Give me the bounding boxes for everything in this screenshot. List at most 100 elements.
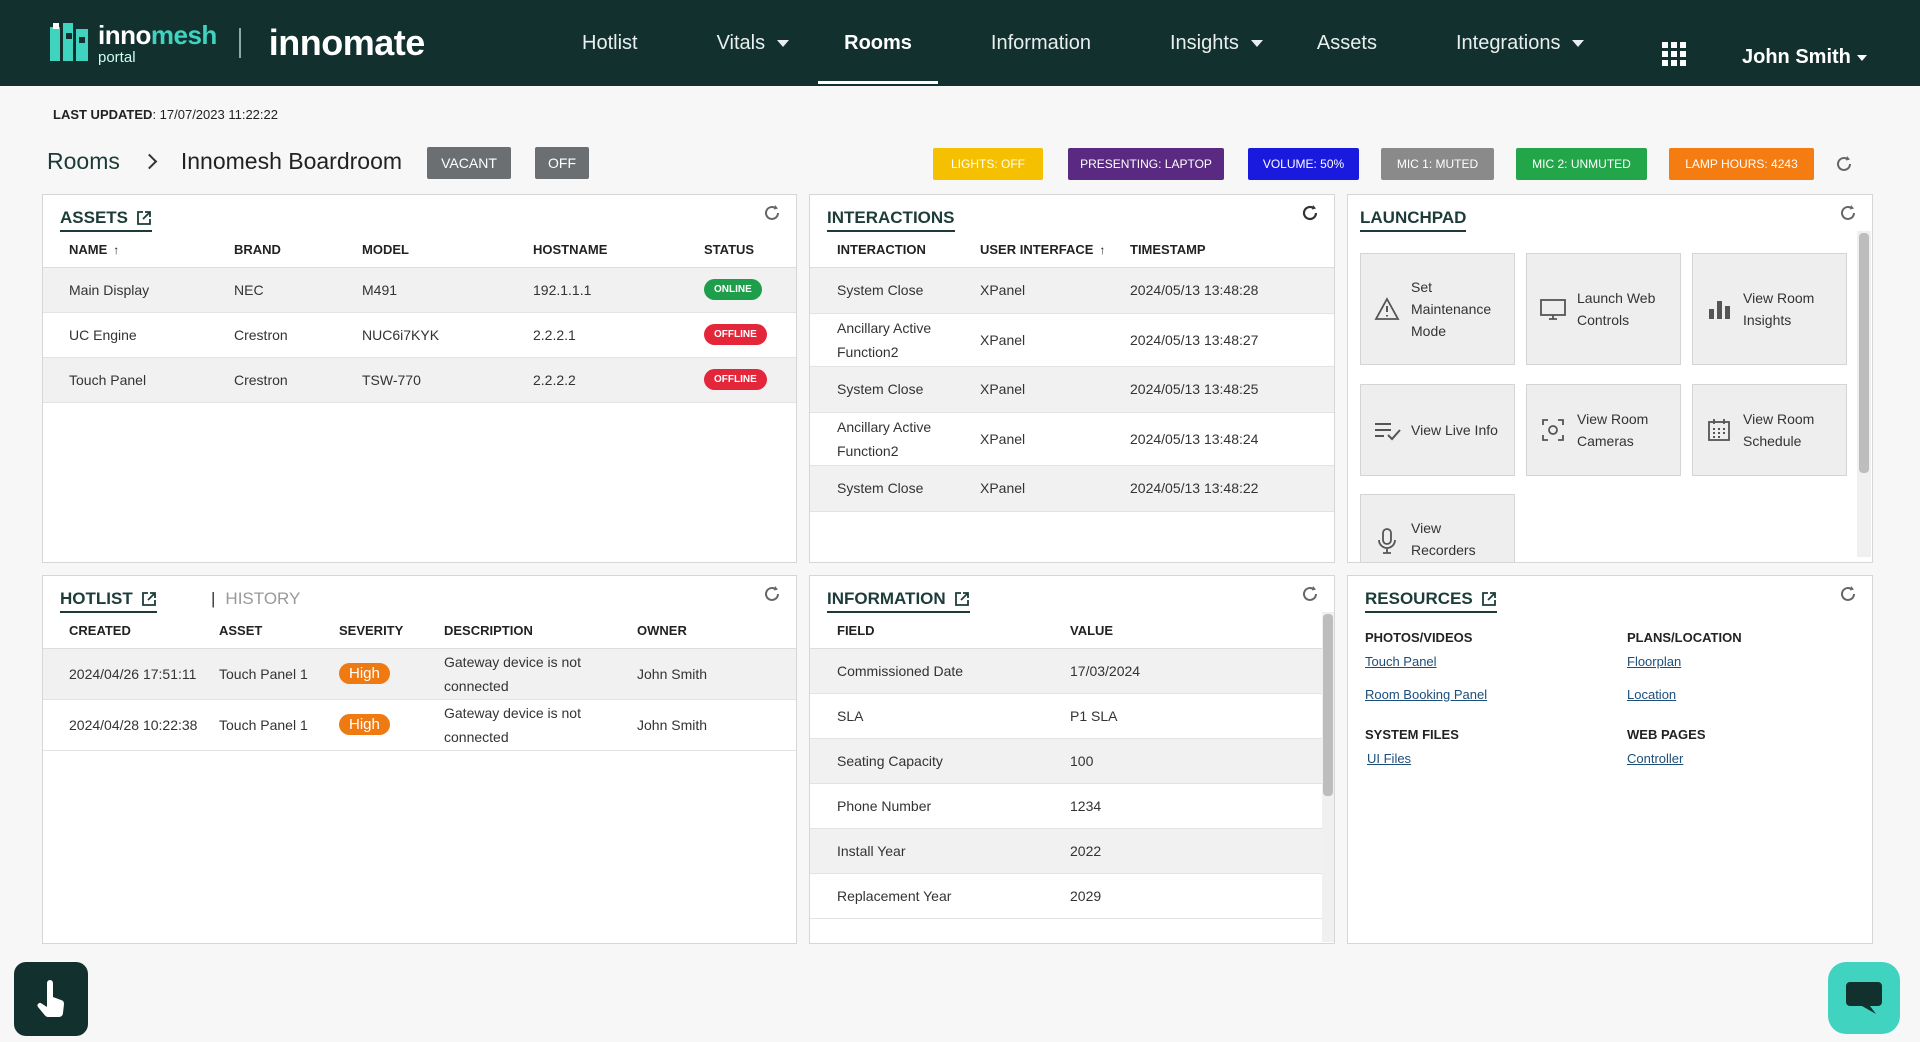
brand-innomesh-a: inno [98, 19, 151, 50]
hotlist-description: Gateway device is not connected [424, 648, 617, 700]
launch-tile-live-info[interactable]: View Live Info [1360, 384, 1515, 476]
apps-grid-icon[interactable] [1662, 42, 1686, 66]
nav-insights[interactable]: Insights [1170, 0, 1263, 86]
launch-tile-web-controls[interactable]: Launch Web Controls [1526, 253, 1681, 365]
refresh-icon[interactable] [762, 584, 782, 604]
hotlist-owner: John Smith [617, 699, 796, 751]
external-link-icon[interactable] [136, 210, 152, 226]
column-header-hostname[interactable]: HOSTNAME [513, 233, 684, 268]
refresh-icon[interactable] [1300, 584, 1320, 604]
resource-link-floorplan[interactable]: Floorplan [1627, 654, 1681, 669]
column-header-severity[interactable]: SEVERITY [319, 614, 424, 649]
interaction-timestamp: 2024/05/13 13:48:22 [1110, 465, 1334, 512]
interactions-title[interactable]: INTERACTIONS [827, 208, 955, 232]
resource-link-location[interactable]: Location [1627, 687, 1676, 702]
nav-vitals[interactable]: Vitals [717, 0, 790, 86]
nav-integrations[interactable]: Integrations [1456, 0, 1585, 86]
status-badge-volume: VOLUME: 50% [1248, 148, 1359, 180]
interaction-ui: XPanel [960, 366, 1110, 413]
table-row: SLA P1 SLA [810, 693, 1322, 739]
table-row[interactable]: Ancillary Active Function2 XPanel 2024/0… [810, 412, 1334, 466]
launchpad-title: LAUNCHPAD [1360, 208, 1467, 232]
table-row[interactable]: System Close XPanel 2024/05/13 13:48:28 [810, 267, 1334, 314]
resources-title[interactable]: RESOURCES [1365, 589, 1497, 613]
info-value: 1234 [1050, 783, 1322, 829]
column-header-name[interactable]: NAME ↑ [43, 233, 214, 268]
launch-tile-room-cameras[interactable]: View Room Cameras [1526, 384, 1681, 476]
sort-up-icon: ↑ [113, 243, 120, 258]
column-header-field[interactable]: FIELD [810, 614, 1050, 649]
table-row[interactable]: Main Display NEC M491 192.1.1.1 ONLINE [43, 267, 796, 313]
interaction-name: System Close [810, 267, 960, 314]
column-header-model[interactable]: MODEL [342, 233, 513, 268]
table-row: Replacement Year 2029 [810, 873, 1322, 919]
launch-tile-room-schedule[interactable]: View Room Schedule [1692, 384, 1847, 476]
refresh-icon[interactable] [1838, 584, 1858, 604]
launch-tile-label: Set Maintenance Mode [1411, 279, 1492, 339]
information-scroll-thumb[interactable] [1323, 614, 1333, 796]
launch-tile-room-insights[interactable]: View Room Insights [1692, 253, 1847, 365]
launchpad-scroll-thumb[interactable] [1859, 233, 1869, 473]
severity-badge: High [339, 663, 390, 684]
column-header-user-interface[interactable]: USER INTERFACE ↑ [960, 233, 1110, 268]
chat-button[interactable] [1828, 962, 1900, 1034]
resource-link-room-booking-panel[interactable]: Room Booking Panel [1365, 687, 1487, 702]
column-header-status[interactable]: STATUS [684, 233, 796, 268]
interaction-name: System Close [810, 465, 960, 512]
table-row[interactable]: 2024/04/28 10:22:38 Touch Panel 1 High G… [43, 699, 796, 751]
assets-title[interactable]: ASSETS [60, 208, 153, 232]
user-menu[interactable]: John Smith [1742, 46, 1867, 69]
resource-link-ui-files[interactable]: UI Files [1367, 751, 1411, 766]
external-link-icon[interactable] [954, 591, 970, 607]
resource-link-touch-panel[interactable]: Touch Panel [1365, 654, 1437, 669]
nav-rooms[interactable]: Rooms [818, 0, 938, 86]
brand-logo[interactable]: innomesh portal innomate [50, 18, 425, 68]
nav-hotlist[interactable]: Hotlist [582, 0, 638, 86]
column-header-value[interactable]: VALUE [1050, 614, 1322, 649]
column-header-owner[interactable]: OWNER [617, 614, 796, 649]
top-navigation-bar: innomesh portal innomate Hotlist Vitals … [0, 0, 1920, 86]
status-badge: OFFLINE [704, 324, 767, 345]
table-row[interactable]: Touch Panel Crestron TSW-770 2.2.2.2 OFF… [43, 357, 796, 403]
chevron-down-icon [777, 39, 790, 47]
interaction-ui: XPanel [960, 313, 1110, 367]
interaction-ui: XPanel [960, 267, 1110, 314]
refresh-icon[interactable] [1300, 203, 1320, 223]
column-header-brand[interactable]: BRAND [214, 233, 342, 268]
hotlist-history-tab[interactable]: | HISTORY [211, 589, 300, 609]
table-row[interactable]: UC Engine Crestron NUC6i7KYK 2.2.2.1 OFF… [43, 312, 796, 358]
column-header-asset[interactable]: ASSET [199, 614, 319, 649]
launch-tile-recorders[interactable]: View Recorders [1360, 494, 1515, 562]
asset-hostname: 192.1.1.1 [513, 267, 684, 313]
table-row[interactable]: System Close XPanel 2024/05/13 13:48:25 [810, 366, 1334, 413]
breadcrumb-rooms[interactable]: Rooms [47, 148, 120, 175]
external-link-icon[interactable] [141, 591, 157, 607]
information-title[interactable]: INFORMATION [827, 589, 970, 613]
table-row[interactable]: System Close XPanel 2024/05/13 13:48:22 [810, 465, 1334, 512]
column-header-description[interactable]: DESCRIPTION [424, 614, 617, 649]
innomesh-logo-icon [50, 23, 90, 63]
external-link-icon[interactable] [1481, 591, 1497, 607]
nav-information[interactable]: Information [991, 0, 1091, 86]
column-header-timestamp[interactable]: TIMESTAMP [1110, 233, 1334, 268]
table-row[interactable]: Ancillary Active Function2 XPanel 2024/0… [810, 313, 1334, 367]
interactions-table: INTERACTION USER INTERFACE ↑ TIMESTAMP Sy… [810, 233, 1334, 512]
microphone-icon [1373, 527, 1401, 555]
column-header-interaction[interactable]: INTERACTION [810, 233, 960, 268]
column-header-created[interactable]: CREATED [43, 614, 199, 649]
launch-tile-label: View Room Schedule [1743, 411, 1815, 449]
refresh-icon[interactable] [1834, 154, 1854, 174]
hotlist-title[interactable]: HOTLIST [60, 589, 157, 613]
refresh-icon[interactable] [762, 203, 782, 223]
refresh-icon[interactable] [1838, 203, 1858, 223]
interaction-timestamp: 2024/05/13 13:48:27 [1110, 313, 1334, 367]
table-row[interactable]: 2024/04/26 17:51:11 Touch Panel 1 High G… [43, 648, 796, 700]
nav-assets[interactable]: Assets [1317, 0, 1377, 86]
assets-panel: ASSETS NAME ↑ BRAND MODEL HOSTNAME STATUS… [42, 194, 797, 563]
touch-mode-button[interactable] [14, 962, 88, 1036]
hotlist-panel: HOTLIST | HISTORY CREATED ASSET SEVERITY … [42, 575, 797, 944]
launch-tile-maintenance[interactable]: Set Maintenance Mode [1360, 253, 1515, 365]
resource-link-controller[interactable]: Controller [1627, 751, 1683, 766]
main-nav: Hotlist Vitals Rooms Information Insight… [540, 0, 1585, 86]
info-field: Install Year [810, 828, 1050, 874]
